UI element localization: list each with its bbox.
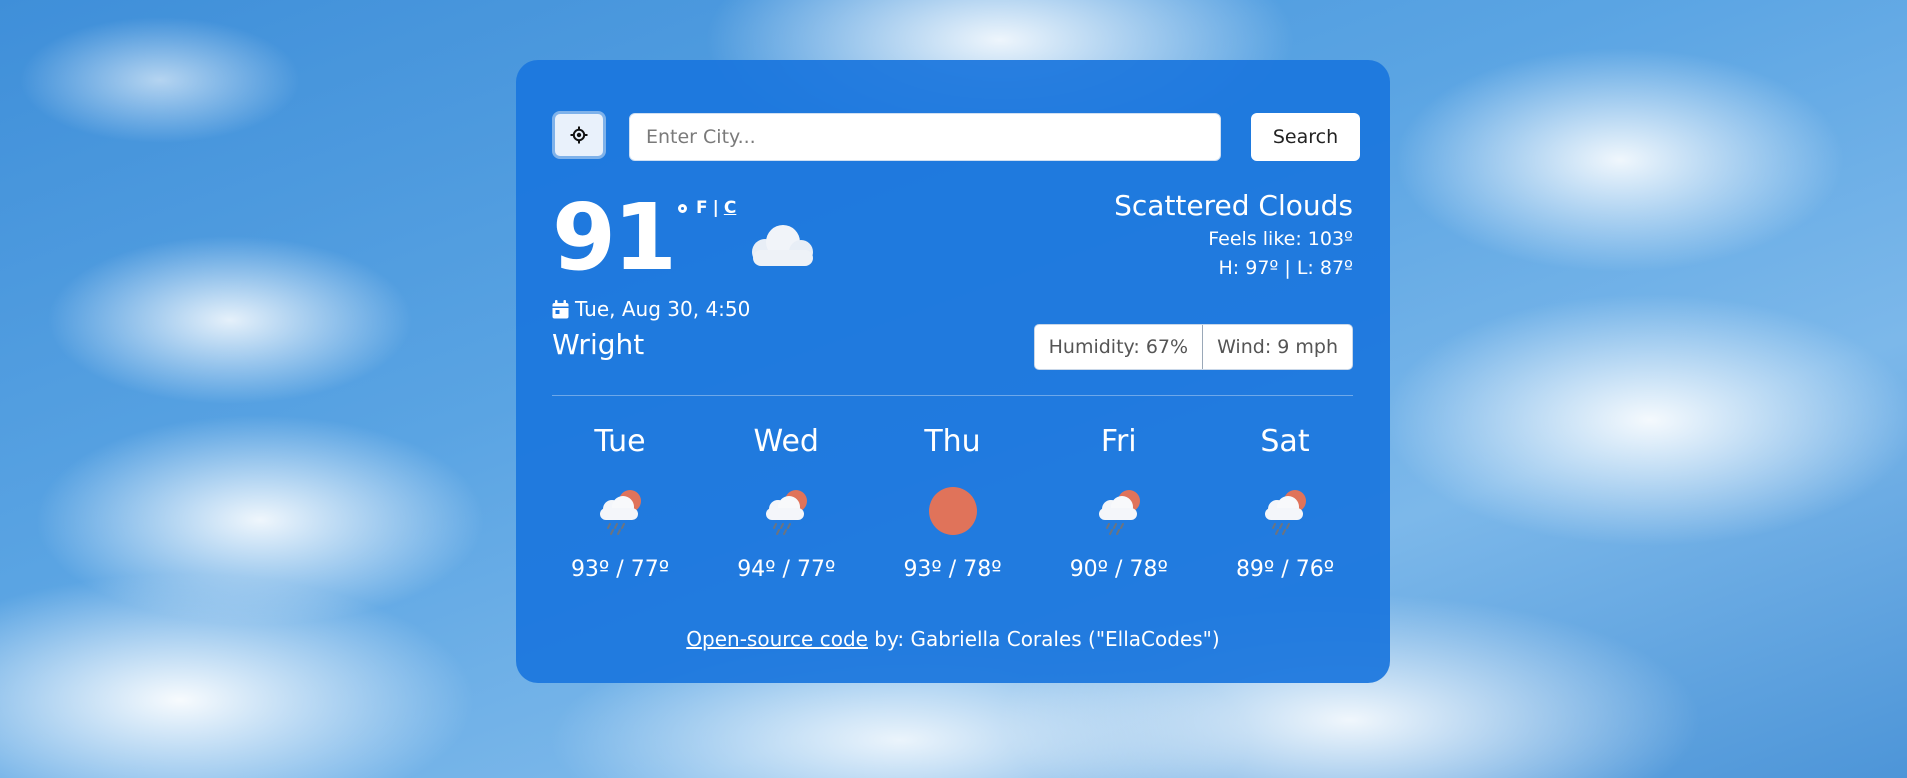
weather-description: Scattered Clouds — [1114, 189, 1353, 222]
footer-credit: Open-source code by: Gabriella Corales (… — [516, 627, 1390, 651]
credit-text: by: Gabriella Corales ("EllaCodes") — [867, 627, 1220, 651]
date-text: Tue, Aug 30, 4:50 — [575, 297, 751, 321]
search-button[interactable]: Search — [1251, 113, 1360, 161]
degree-icon — [678, 203, 687, 213]
rain-sun-cloud-icon — [1098, 490, 1140, 535]
locate-button[interactable] — [552, 111, 606, 159]
unit-separator: | — [712, 198, 719, 218]
source-code-link[interactable]: Open-source code — [686, 627, 868, 651]
forecast-day: Sat 89º / 76º — [1217, 420, 1353, 585]
forecast-range: 93º / 78º — [903, 557, 1002, 582]
current-temperature: 91 — [552, 184, 677, 291]
forecast-range: 93º / 77º — [570, 557, 670, 582]
cloud-icon — [752, 225, 813, 266]
rain-sun-cloud-icon — [600, 490, 641, 535]
humidity-stat: Humidity: 67% — [1048, 336, 1189, 358]
city-name: Wright — [552, 328, 645, 361]
forecast-day-name: Wed — [753, 424, 819, 459]
conditions-summary: Scattered Clouds Feels like: 103º H: 97º… — [1114, 187, 1353, 283]
rain-sun-cloud-icon — [1265, 490, 1306, 535]
sun-icon — [928, 487, 977, 535]
forecast-day-name: Thu — [924, 424, 981, 459]
forecast-day-name: Fri — [1100, 424, 1137, 459]
crosshair-icon — [570, 126, 588, 144]
stats-group: Humidity: 67% Wind: 9 mph — [1033, 324, 1353, 370]
forecast-day-name: Sat — [1260, 424, 1310, 459]
wind-stat: Wind: 9 mph — [1202, 325, 1352, 369]
weather-card: Search 91 F | C Tue, Aug 30, 4:50 Wright… — [516, 60, 1390, 683]
unit-c[interactable]: C — [724, 198, 736, 218]
forecast-range: 94º / 77º — [737, 557, 836, 582]
forecast-list: Tue 93º / 77º Wed 94º / 77º Thu 93º / 78… — [552, 420, 1353, 585]
forecast-range: 89º / 76º — [1235, 557, 1335, 582]
calendar-icon — [552, 299, 569, 318]
unit-toggle: F | C — [678, 198, 736, 218]
current-date: Tue, Aug 30, 4:50 — [552, 297, 750, 321]
unit-f[interactable]: F — [696, 198, 708, 218]
high-low: H: 97º | L: 87º — [1218, 257, 1354, 279]
forecast-day: Tue 93º / 77º — [552, 420, 688, 585]
forecast-day: Fri 90º / 78º — [1051, 420, 1187, 585]
rain-sun-cloud-icon — [766, 490, 808, 535]
forecast-range: 90º / 78º — [1069, 557, 1168, 582]
forecast-day-name: Tue — [594, 424, 646, 459]
feels-like: Feels like: 103º — [1208, 228, 1353, 250]
city-search-input[interactable] — [629, 113, 1221, 161]
divider — [552, 395, 1353, 396]
forecast-day: Wed 94º / 77º — [718, 420, 854, 585]
forecast-day: Thu 93º / 78º — [885, 420, 1021, 585]
